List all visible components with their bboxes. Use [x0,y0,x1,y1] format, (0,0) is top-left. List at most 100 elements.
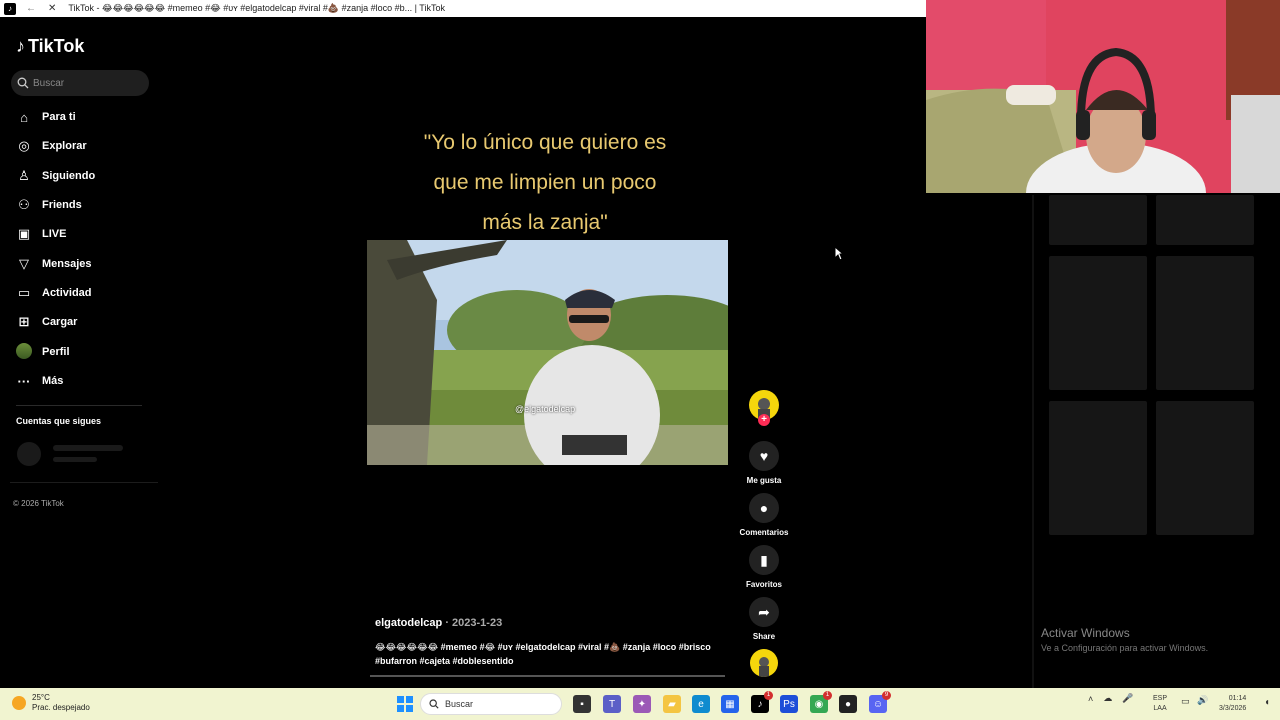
photoshop-icon[interactable]: Ps [780,695,798,713]
microphone-icon[interactable]: 🎤 [1122,693,1133,704]
search-icon [17,77,29,89]
loading-tile [1156,195,1254,245]
music-disc-avatar[interactable] [750,649,778,677]
video-player[interactable] [367,240,728,465]
search-input[interactable] [33,77,133,89]
share-action[interactable]: ➦ Share [748,597,780,641]
back-icon[interactable]: ← [26,3,36,14]
heart-icon[interactable]: ♥ [749,441,779,471]
nav-live[interactable]: ▣ LIVE [16,222,67,246]
store-icon[interactable]: ▦ [721,695,739,713]
weather-widget[interactable]: 25°C Prac. despejado [12,693,90,713]
loading-avatar-placeholder [17,442,41,466]
favorites-label: Favoritos [745,580,782,589]
tiktok-note-icon: ♪ [16,36,25,56]
author-name[interactable]: elgatodelcap [375,617,442,629]
stop-loading-icon[interactable]: ✕ [48,3,56,14]
logo-text: TikTok [28,36,85,56]
nav-mensajes[interactable]: ▽ Mensajes [16,252,92,276]
tiktok-app-icon[interactable]: ♪ 1 [751,691,773,713]
tab-title: TikTok - 😂😂😂😂😂😂 #memeo #😂 #ᴜʏ #elgatodel… [68,3,445,13]
nav-label: Siguiendo [42,170,96,182]
system-tray: ˄ ☁ 🎤 [1088,693,1133,704]
file-explorer-icon[interactable]: ▰ [663,695,681,713]
sun-icon [12,696,26,710]
notification-badge: 9 [882,691,891,700]
onedrive-icon[interactable]: ☁ [1103,693,1112,704]
search-box[interactable] [11,70,149,96]
loading-name-placeholder [53,445,123,451]
network-icon[interactable]: ▭ [1181,696,1190,707]
nav-para-ti[interactable]: ⌂ Para ti [16,105,76,129]
taskbar-search-label: Buscar [445,699,474,709]
mouse-cursor-icon [834,246,844,261]
notification-badge: 1 [823,691,832,700]
live-icon: ▣ [17,226,31,241]
volume-icon[interactable]: 🔊 [1197,695,1208,706]
nav-actividad[interactable]: ▭ Actividad [16,281,92,305]
tiktok-logo[interactable]: ♪ TikTok [16,36,84,57]
nav-label: Más [42,375,64,387]
nav-explorar[interactable]: ◎ Explorar [16,134,86,158]
video-progress-bar[interactable] [370,675,725,677]
chevron-up-icon[interactable]: ˄ [1088,694,1093,704]
profile-avatar [16,342,32,362]
search-icon [429,699,439,709]
nav-label: Mensajes [42,258,92,270]
activate-windows-subtitle: Ve a Configuración para activar Windows. [1041,643,1209,653]
task-view-icon[interactable]: ▪ [573,695,591,713]
windows-start-icon[interactable] [396,695,414,713]
notification-badge: 1 [764,691,773,700]
bookmark-icon[interactable]: ▮ [749,545,779,575]
friends-icon: ⚇ [18,197,30,212]
like-action[interactable]: ♥ Me gusta [747,441,781,485]
activate-windows-title: Activar Windows [1041,626,1130,640]
teams-icon[interactable]: T [603,695,621,713]
taskbar-search[interactable]: Buscar [420,693,562,715]
video-caption-line-1: "Yo lo único que quiero es [423,131,667,154]
nav-label: Friends [42,199,82,211]
lang-layout: LAA [1153,705,1167,712]
nav-siguiendo[interactable]: ♙ Siguiendo [16,164,95,188]
loading-tile [1156,401,1254,535]
tiktok-favicon-icon: ♪ [4,2,16,15]
video-caption-line-3: más la zanja" [482,211,608,234]
nav-mas[interactable]: ··· Más [16,369,64,393]
comment-action[interactable]: ● Comentarios [740,493,788,537]
share-label: Share [752,632,776,641]
home-icon: ⌂ [20,109,28,125]
follow-plus-button[interactable]: + [758,414,770,426]
post-date: · 2023-1-23 [445,617,503,629]
favorite-action[interactable]: ▮ Favoritos [746,545,782,589]
discord-icon[interactable]: ☺ 9 [869,691,891,713]
language-indicator[interactable]: ESP LAA [1153,694,1167,714]
comment-icon[interactable]: ● [749,493,779,523]
copyright: © 2026 TikTok [13,499,64,508]
panel-divider [1032,195,1034,688]
nav-label: Cargar [42,316,78,328]
obs-icon[interactable]: ● [839,695,857,713]
chrome-icon[interactable]: ◉ 1 [810,691,832,713]
nav-cargar[interactable]: ⊞ Cargar [16,310,78,334]
loading-tile [1049,256,1147,390]
more-icon: ··· [17,373,31,389]
notifications-icon[interactable]: ◖ [1264,697,1270,708]
taskbar-clock[interactable]: 01:14 3/3/2026 [1219,694,1246,714]
webcam-overlay [926,0,1280,193]
edge-icon[interactable]: e [692,695,710,713]
comments-label: Comentarios [739,528,789,537]
share-icon[interactable]: ➦ [749,597,779,627]
nav-label: Para ti [42,111,76,123]
video-description[interactable]: 😂😂😂😂😂😂 #memeo #😂 #ᴜʏ #elgatodelcap #vira… [375,640,720,668]
user-follow-icon: ♙ [18,168,30,183]
nav-friends[interactable]: ⚇ Friends [16,193,82,217]
activity-icon: ▭ [17,285,31,300]
upload-icon: ⊞ [18,314,30,329]
loading-tile [1156,256,1254,390]
clock-time: 01:14 [1228,695,1247,702]
sidebar-divider [16,405,142,406]
copilot-icon[interactable]: ✦ [633,695,651,713]
temperature: 25°C [32,693,50,702]
nav-perfil[interactable]: Perfil [16,340,70,364]
nav-label: Perfil [42,346,70,358]
